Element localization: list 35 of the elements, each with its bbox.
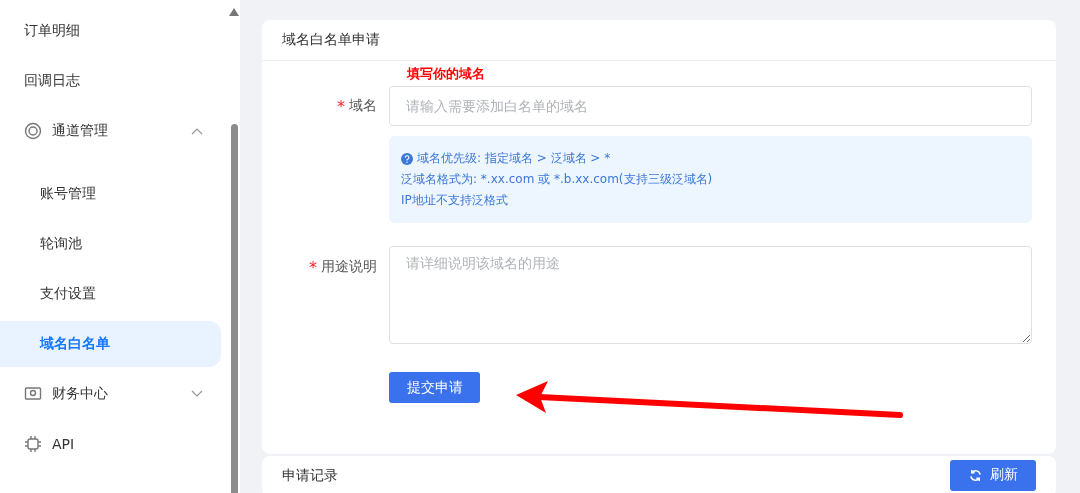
field-label: 用途说明 bbox=[321, 258, 377, 276]
submit-button[interactable]: 提交申请 bbox=[389, 372, 480, 403]
input-field[interactable]: 请输入需要添加白名单的域名 bbox=[389, 86, 1032, 126]
info-text: IP地址不支持泛格式 bbox=[401, 192, 509, 209]
refresh-icon bbox=[968, 468, 982, 482]
textarea-field[interactable]: 请详细说明该域名的用途 bbox=[389, 246, 1032, 344]
field-label: 域名 bbox=[349, 97, 377, 115]
chip-icon bbox=[24, 435, 42, 453]
sidebar-group[interactable]: 通道管理 bbox=[0, 106, 221, 156]
card-title: 申请记录 bbox=[282, 467, 338, 485]
sidebar-item[interactable]: 订单明细 bbox=[0, 6, 221, 56]
info-text: 域名优先级: 指定域名 > 泛域名 > * bbox=[401, 150, 1020, 167]
group-label: 通道管理 bbox=[52, 122, 109, 140]
refresh-button[interactable]: 刷新 bbox=[950, 459, 1036, 491]
sidebar-item[interactable]: 账号管理 bbox=[0, 169, 221, 219]
required-mark: * bbox=[337, 97, 345, 118]
annotation-text: 填写你的域名 bbox=[407, 64, 486, 83]
sidebar-group[interactable]: API bbox=[0, 419, 221, 469]
card-title: 域名白名单申请 bbox=[282, 31, 380, 49]
help-icon bbox=[401, 152, 413, 165]
info-text: 泛域名格式为: *.xx.com 或 *.b.xx.com(支持三级泛域名) bbox=[401, 171, 714, 188]
required-mark: * bbox=[309, 258, 317, 279]
wallet-icon bbox=[24, 385, 42, 403]
scroll-up-icon[interactable] bbox=[229, 8, 239, 16]
sidebar-group[interactable]: 财务中心 bbox=[0, 369, 221, 419]
scrollbar-thumb[interactable] bbox=[230, 124, 238, 493]
group-label: 财务中心 bbox=[52, 385, 109, 403]
sidebar-item[interactable]: 域名白名单 bbox=[0, 321, 221, 367]
sidebar-item[interactable]: 支付设置 bbox=[0, 269, 221, 319]
sidebar-item[interactable]: 回调日志 bbox=[0, 56, 221, 106]
chevron-icon bbox=[191, 390, 203, 398]
chevron-icon bbox=[191, 127, 203, 135]
ring-icon bbox=[24, 122, 42, 140]
group-label: API bbox=[52, 436, 76, 452]
sidebar-item[interactable]: 轮询池 bbox=[0, 219, 221, 269]
